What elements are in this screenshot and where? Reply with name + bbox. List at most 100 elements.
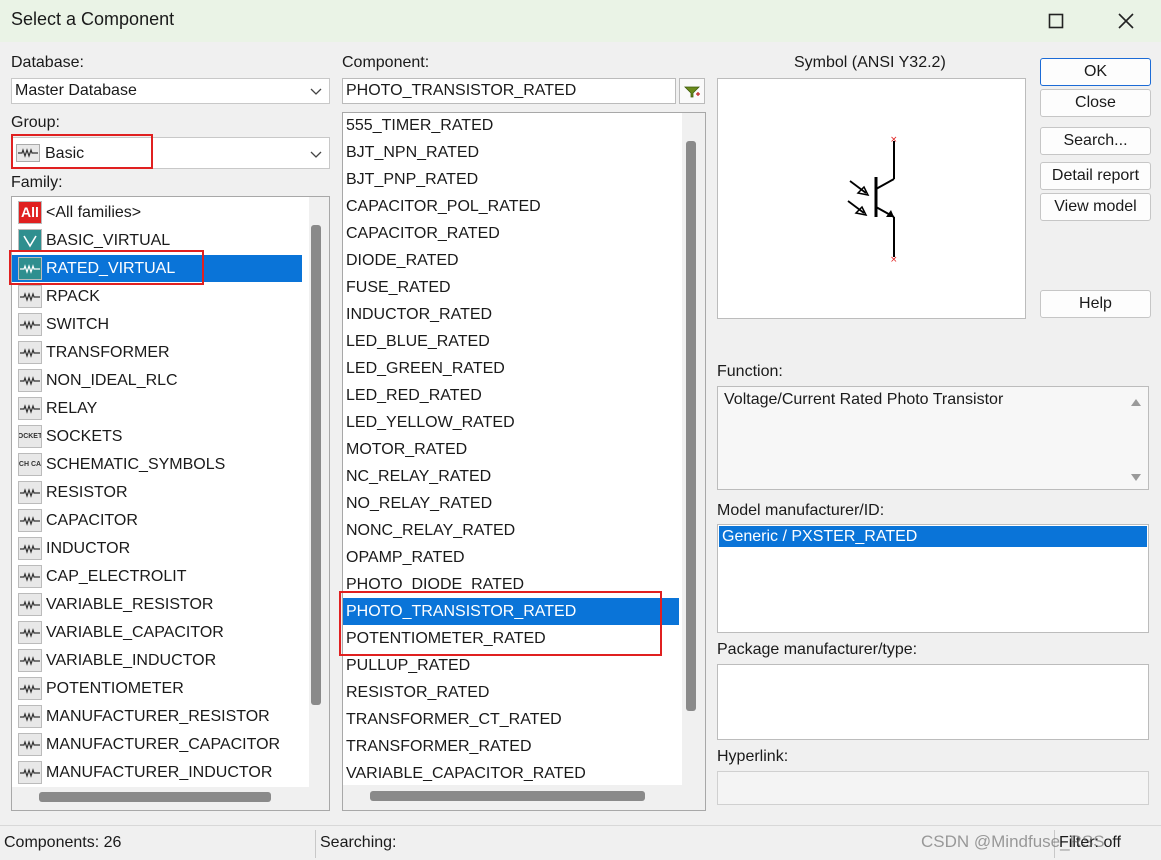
component-item[interactable]: VARIABLE_CAPACITOR_RATED [343,760,679,787]
component-item[interactable]: PHOTO_DIODE_RATED [343,571,679,598]
family-item[interactable]: INDUCTOR [12,535,302,562]
component-item[interactable]: RESISTOR_RATED [343,679,679,706]
component-item[interactable]: INDUCTOR_RATED [343,301,679,328]
help-button[interactable]: Help [1040,290,1151,318]
family-item[interactable]: VARIABLE_INDUCTOR [12,647,302,674]
family-vertical-scrollbar[interactable] [309,197,329,787]
component-hscroll-thumb[interactable] [370,791,645,801]
family-item[interactable]: All <All families> [12,199,302,226]
scroll-up-icon[interactable] [1130,397,1142,407]
component-item[interactable]: CAPACITOR_RATED [343,220,679,247]
scroll-down-icon[interactable] [1130,473,1142,483]
component-horizontal-scrollbar[interactable] [343,785,705,810]
status-separator [315,830,316,858]
family-item[interactable]: CAP_ELECTROLIT [12,563,302,590]
family-item[interactable]: CAPACITOR [12,507,302,534]
component-item[interactable]: MOTOR_RATED [343,436,679,463]
family-item-label: RPACK [46,288,100,305]
family-horizontal-scrollbar[interactable] [12,787,329,810]
family-hscroll-thumb[interactable] [39,792,271,802]
component-item[interactable]: NC_RELAY_RATED [343,463,679,490]
maximize-icon [1048,13,1064,29]
non-ideal-rlc-icon [18,369,42,392]
close-button[interactable]: Close [1040,89,1151,117]
family-item[interactable]: SCH CAPSCHEMATIC_SYMBOLS [12,451,302,478]
family-item[interactable]: POTENTIOMETER [12,675,302,702]
database-select[interactable]: Master Database [11,78,330,104]
component-item[interactable]: NONC_RELAY_RATED [343,517,679,544]
family-item[interactable]: VARIABLE_RESISTOR [12,591,302,618]
ok-button[interactable]: OK [1040,58,1151,86]
component-item[interactable]: LED_RED_RATED [343,382,679,409]
family-item[interactable]: MANUFACTURER_INDUCTOR [12,759,302,786]
component-item[interactable]: 555_TIMER_RATED [343,113,679,139]
component-item[interactable]: BJT_PNP_RATED [343,166,679,193]
filter-button[interactable] [679,78,705,104]
model-list[interactable]: Generic / PXSTER_RATED [717,524,1149,633]
package-label: Package manufacturer/type: [717,641,918,658]
database-label: Database: [11,54,84,71]
family-item-label: MANUFACTURER_CAPACITOR [46,736,281,753]
search-button[interactable]: Search... [1040,127,1151,155]
family-item[interactable]: RELAY [12,395,302,422]
detail-report-button[interactable]: Detail report [1040,162,1151,190]
component-item[interactable]: FUSE_RATED [343,274,679,301]
family-item-label: <All families> [46,204,142,221]
switch-icon [18,313,42,336]
component-item[interactable]: LED_YELLOW_RATED [343,409,679,436]
family-item-label: BASIC_VIRTUAL [46,232,171,249]
components-count: Components: 26 [4,834,122,851]
hyperlink-label: Hyperlink: [717,748,789,765]
family-item[interactable]: RATED_VIRTUAL [12,255,302,282]
family-item[interactable]: SOCKETSSOCKETS [12,423,302,450]
manufacturer-capacitor-icon [18,733,42,756]
hyperlink-field[interactable] [717,771,1149,805]
family-scroll-thumb[interactable] [311,225,321,705]
view-model-button[interactable]: View model [1040,193,1151,221]
close-window-button[interactable] [1096,0,1156,42]
maximize-button[interactable] [1026,0,1086,42]
sockets-icon: SOCKETS [18,425,42,448]
group-select[interactable]: Basic [11,137,330,169]
all-families-icon: All [18,201,42,224]
family-item-label: INDUCTOR [46,540,131,557]
manufacturer-inductor-icon [18,761,42,784]
component-item[interactable]: TRANSFORMER_RATED [343,733,679,760]
component-vertical-scrollbar[interactable] [682,113,705,785]
component-item[interactable]: PULLUP_RATED [343,652,679,679]
component-list[interactable]: 555_TIMER_RATED BJT_NPN_RATED BJT_PNP_RATE… [342,112,706,811]
component-item[interactable]: BJT_NPN_RATED [343,139,679,166]
variable-resistor-icon [18,593,42,616]
family-item[interactable]: MANUFACTURER_RESISTOR [12,703,302,730]
component-item[interactable]: NO_RELAY_RATED [343,490,679,517]
component-item[interactable]: PHOTO_TRANSISTOR_RATED [343,598,679,625]
relay-icon [18,397,42,420]
family-item[interactable]: NON_IDEAL_RLC [12,367,302,394]
package-list[interactable] [717,664,1149,740]
family-item[interactable]: TRANSFORMER [12,339,302,366]
family-item[interactable]: BASIC_VIRTUAL [12,227,302,254]
component-value: PHOTO_TRANSISTOR_RATED [346,82,577,99]
family-item-label: TRANSFORMER [46,344,170,361]
family-item[interactable]: MANUFACTURER_CAPACITOR [12,731,302,758]
component-item[interactable]: TRANSFORMER_CT_RATED [343,706,679,733]
component-item[interactable]: POTENTIOMETER_RATED [343,625,679,652]
function-textarea[interactable]: Voltage/Current Rated Photo Transistor [717,386,1149,490]
model-list-item[interactable]: Generic / PXSTER_RATED [719,526,1147,547]
variable-inductor-icon [18,649,42,672]
component-item[interactable]: DIODE_RATED [343,247,679,274]
component-scroll-thumb[interactable] [686,141,696,711]
component-item[interactable]: OPAMP_RATED [343,544,679,571]
chevron-down-icon [310,151,322,158]
component-item[interactable]: CAPACITOR_POL_RATED [343,193,679,220]
component-search-input[interactable]: PHOTO_TRANSISTOR_RATED [342,78,676,104]
family-list[interactable]: All <All families> BASIC_VIRTUAL RATED_VIRT… [11,196,330,811]
group-value: Basic [45,145,85,162]
family-item[interactable]: SWITCH [12,311,302,338]
family-item[interactable]: VARIABLE_CAPACITOR [12,619,302,646]
family-item[interactable]: RESISTOR [12,479,302,506]
cap-electrolit-icon [18,565,42,588]
component-item[interactable]: LED_GREEN_RATED [343,355,679,382]
component-item[interactable]: LED_BLUE_RATED [343,328,679,355]
family-item[interactable]: RPACK [12,283,302,310]
